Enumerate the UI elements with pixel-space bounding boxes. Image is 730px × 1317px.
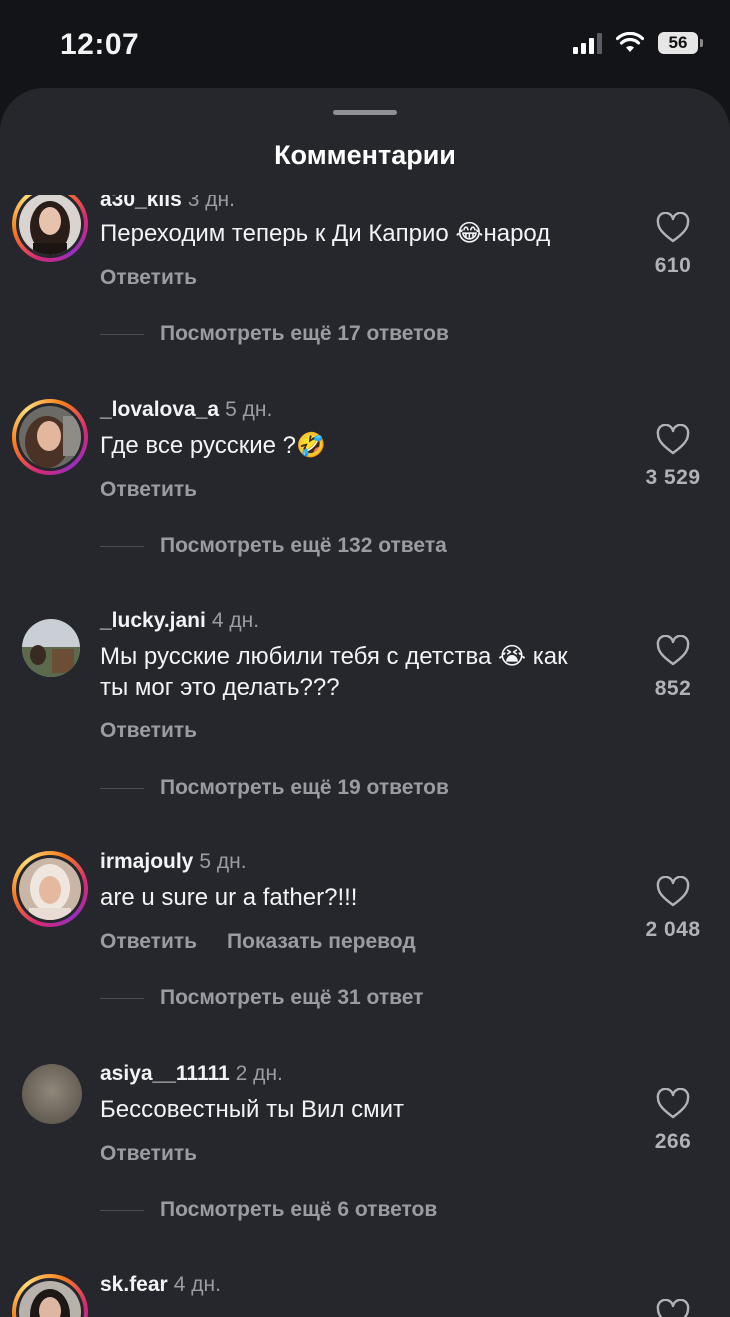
- comment-text: are u sure ur a father?!!!: [100, 884, 358, 911]
- comment-text: Где все русские ?🤣: [100, 432, 326, 459]
- username[interactable]: _lucky.jani: [100, 609, 206, 632]
- status-bar: 12:07 56: [0, 0, 730, 92]
- comment-time: 5 дн.: [225, 398, 273, 421]
- heart-outline-icon: [656, 1088, 690, 1119]
- replies-divider: [100, 545, 144, 547]
- avatar[interactable]: [12, 1054, 88, 1130]
- status-time: 12:07: [60, 28, 140, 61]
- view-replies-button[interactable]: Посмотреть ещё 17 ответов: [100, 322, 449, 346]
- avatar[interactable]: [12, 399, 88, 475]
- cellular-signal-icon: [573, 32, 602, 54]
- comment-time: 2 дн.: [235, 1062, 283, 1085]
- avatar[interactable]: [12, 1274, 88, 1317]
- view-replies-button[interactable]: Посмотреть ещё 6 ответов: [100, 1198, 437, 1222]
- comment-actions: Ответить: [100, 266, 227, 290]
- view-replies-label: Посмотреть ещё 17 ответов: [160, 322, 449, 345]
- comments-list[interactable]: a30_kils 3 дн. Переходим теперь к Ди Капр…: [0, 88, 730, 1317]
- status-icons: 56: [573, 32, 703, 54]
- comment-actions: Ответить: [100, 478, 227, 502]
- view-replies-label: Посмотреть ещё 6 ответов: [160, 1198, 438, 1221]
- heart-outline-icon: [656, 876, 690, 907]
- reply-button[interactable]: Ответить: [100, 719, 197, 742]
- reply-button[interactable]: Ответить: [100, 1142, 197, 1165]
- wifi-icon: [616, 32, 644, 52]
- comment-actions: Ответить Показать перевод: [100, 930, 446, 954]
- comment-text: Переходим теперь к Ди Каприо 😂народ: [100, 220, 551, 247]
- translate-button[interactable]: Показать перевод: [227, 930, 416, 953]
- comment-text: Бессовестный ты Вил смит: [100, 1096, 405, 1123]
- like-button[interactable]: 3 529: [636, 424, 710, 490]
- avatar-photo: [22, 1064, 82, 1124]
- like-count: 2 048: [645, 918, 701, 941]
- heart-outline-icon: [656, 1299, 690, 1317]
- comment-time: 4 дн.: [173, 1273, 221, 1296]
- replies-divider: [100, 997, 144, 999]
- battery-icon: 56: [658, 32, 703, 54]
- sheet-grabber[interactable]: [333, 110, 397, 115]
- avatar-photo: [19, 193, 81, 255]
- avatar-photo: [22, 619, 80, 677]
- like-button[interactable]: 610: [636, 212, 710, 278]
- comment-actions: Ответить: [100, 719, 227, 743]
- comments-sheet: a30_kils 3 дн. Переходим теперь к Ди Капр…: [0, 88, 730, 1317]
- replies-divider: [100, 787, 144, 789]
- comment-time: 5 дн.: [199, 850, 247, 873]
- like-count: 3 529: [645, 466, 701, 489]
- reply-button[interactable]: Ответить: [100, 930, 197, 953]
- like-button[interactable]: 2 048: [636, 876, 710, 942]
- comment-actions: Ответить: [100, 1142, 227, 1166]
- like-button[interactable]: [636, 1299, 710, 1317]
- like-count: 852: [654, 677, 692, 700]
- view-replies-label: Посмотреть ещё 19 ответов: [160, 776, 449, 799]
- comment-header: _lucky.jani 4 дн.: [100, 609, 259, 633]
- comment-header: irmajouly 5 дн.: [100, 850, 247, 874]
- avatar-photo: [19, 858, 81, 920]
- avatar[interactable]: [12, 609, 88, 685]
- heart-outline-icon: [656, 212, 690, 243]
- comment-header: sk.fear 4 дн.: [100, 1273, 221, 1297]
- username[interactable]: irmajouly: [100, 850, 193, 873]
- comment-header: _lovalova_a 5 дн.: [100, 398, 272, 422]
- like-count: 266: [654, 1130, 692, 1153]
- heart-outline-icon: [656, 635, 690, 666]
- heart-outline-icon: [656, 424, 690, 455]
- like-button[interactable]: 266: [636, 1088, 710, 1154]
- comment-header: asiya__11111 2 дн.: [100, 1062, 283, 1086]
- like-count: 610: [654, 254, 692, 277]
- replies-divider: [100, 333, 144, 335]
- view-replies-button[interactable]: Посмотреть ещё 19 ответов: [100, 776, 449, 800]
- sheet-header: Комментарии: [0, 88, 730, 195]
- sheet-title: Комментарии: [274, 140, 456, 170]
- avatar-photo: [19, 406, 81, 468]
- view-replies-button[interactable]: Посмотреть ещё 31 ответ: [100, 986, 423, 1010]
- comment-time: 4 дн.: [211, 609, 260, 632]
- view-replies-label: Посмотреть ещё 31 ответ: [160, 986, 424, 1009]
- avatar[interactable]: [12, 186, 88, 262]
- username[interactable]: asiya__11111: [100, 1062, 230, 1085]
- reply-button[interactable]: Ответить: [100, 478, 197, 501]
- like-button[interactable]: 852: [636, 635, 710, 701]
- avatar[interactable]: [12, 851, 88, 927]
- username[interactable]: _lovalova_a: [100, 398, 219, 421]
- reply-button[interactable]: Ответить: [100, 266, 197, 289]
- view-replies-button[interactable]: Посмотреть ещё 132 ответа: [100, 534, 447, 558]
- replies-divider: [100, 1209, 144, 1211]
- view-replies-label: Посмотреть ещё 132 ответа: [160, 534, 447, 557]
- username[interactable]: sk.fear: [100, 1273, 168, 1296]
- comment-text: Мы русские любили тебя с детства 😭 как т…: [100, 643, 568, 701]
